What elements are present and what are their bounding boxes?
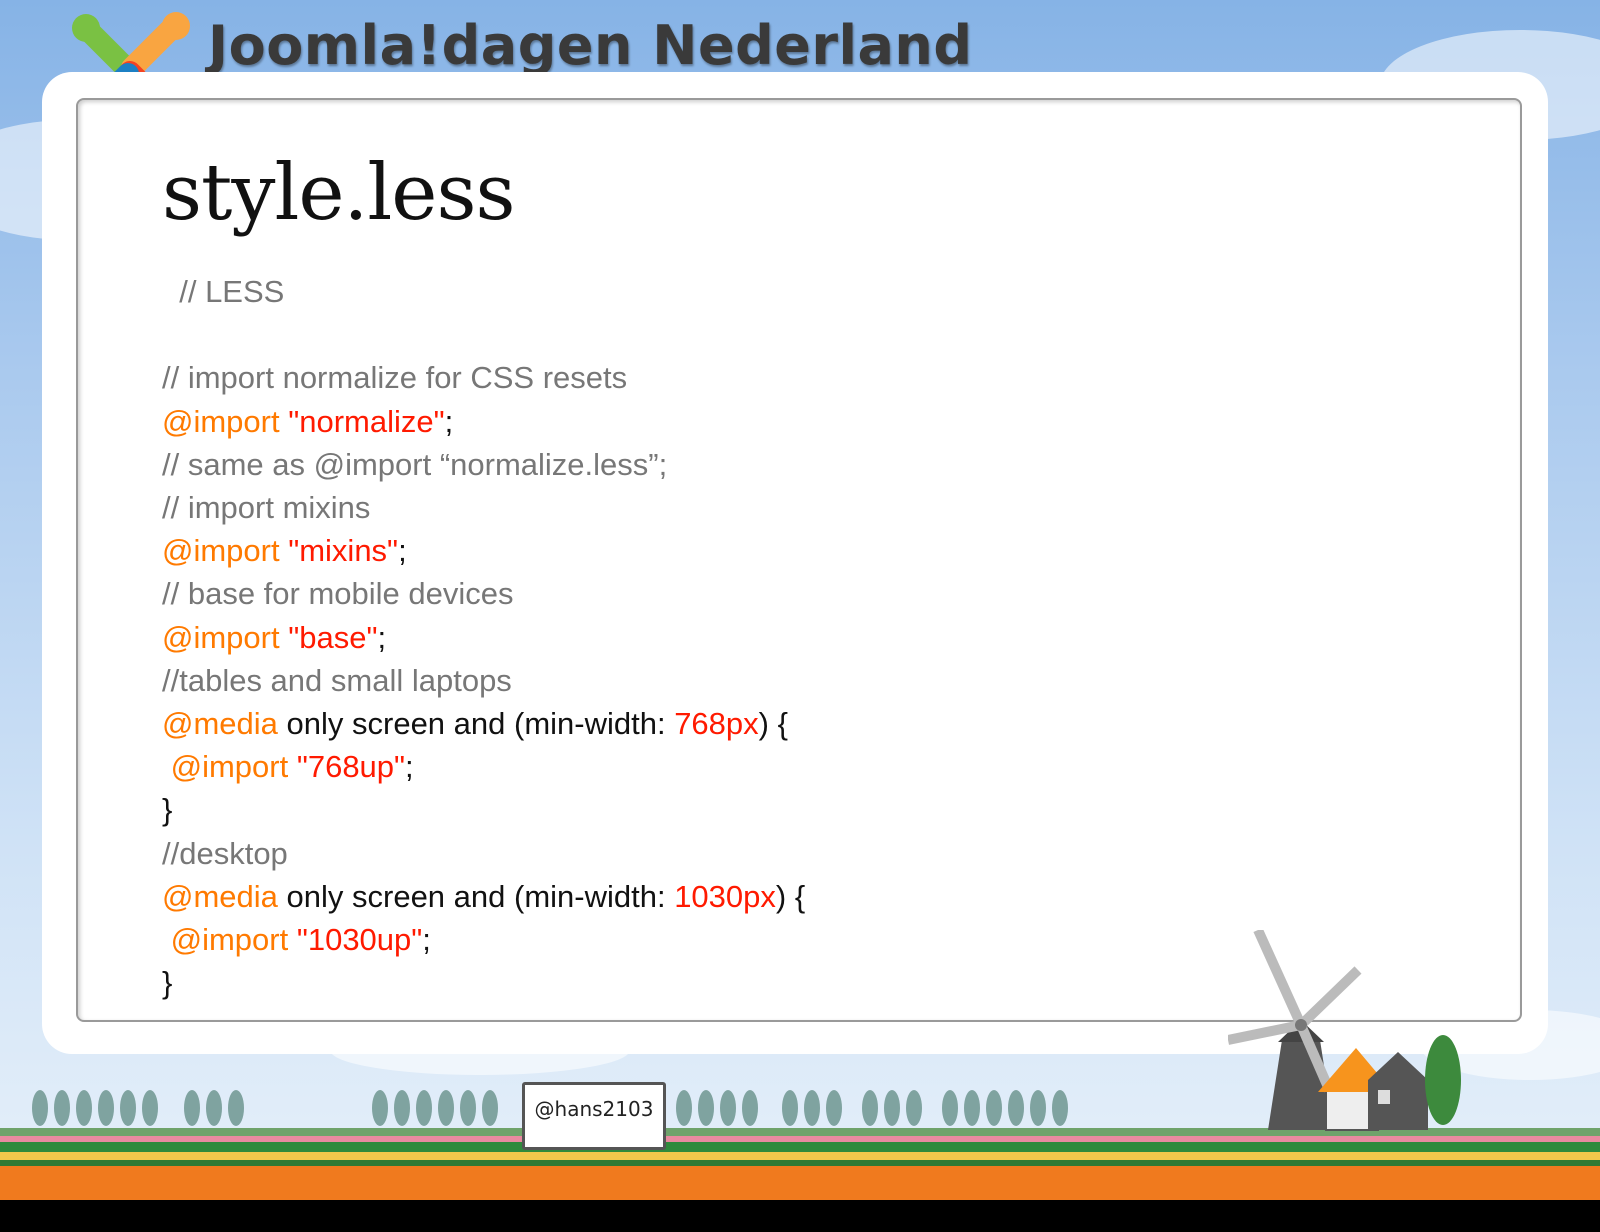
code-token: "1030up": [296, 922, 423, 957]
code-token: // same as @import “normalize.less”;: [162, 446, 668, 482]
windmill-icon: [1228, 930, 1461, 1131]
code-line: // import mixins: [162, 486, 370, 530]
code-line: }: [162, 788, 172, 832]
code-line: // same as @import “normalize.less”;: [162, 443, 667, 487]
code-token: // LESS: [162, 274, 285, 309]
code-token: ) {: [775, 878, 806, 914]
code-token: ;: [444, 403, 454, 439]
code-line: @media only screen and (min-width: 768px…: [162, 702, 788, 746]
code-token: //tables and small laptops: [162, 662, 512, 698]
code-token: ;: [405, 749, 414, 785]
sign-text: @hans2103: [534, 1097, 654, 1121]
code-line: //desktop: [162, 832, 288, 876]
code-token: ;: [398, 533, 407, 569]
code-line: // base for mobile devices: [162, 572, 514, 616]
code-token: @media: [162, 706, 278, 741]
code-token: @import: [162, 749, 297, 785]
code-token: @import: [162, 533, 289, 569]
code-line: // LESS: [162, 270, 284, 314]
code-line: @import "mixins";: [162, 529, 407, 573]
code-line: // import normalize for CSS resets: [162, 356, 627, 400]
code-token: }: [162, 965, 173, 1001]
brand-name: Joomla!dagen Nederland: [208, 14, 973, 77]
code-line: @import "768up";: [162, 745, 414, 789]
code-token: 768px: [674, 706, 759, 741]
code-token: ;: [377, 619, 387, 655]
slide-title: style.less: [162, 148, 516, 238]
code-line: //tables and small laptops: [162, 659, 512, 703]
code-token: "normalize": [288, 403, 445, 439]
code-line: @import "base";: [162, 616, 386, 660]
code-token: // import normalize for CSS resets: [162, 360, 628, 396]
code-token: only screen and (min-width:: [277, 878, 675, 914]
code-token: @media: [162, 878, 278, 914]
code-token: only screen and (min-width:: [277, 706, 675, 741]
code-token: ;: [422, 922, 431, 957]
code-line: @import "normalize";: [162, 400, 453, 444]
code-token: "base": [288, 619, 378, 655]
code-line: @media only screen and (min-width: 1030p…: [162, 875, 805, 919]
code-line: @import "1030up";: [162, 918, 431, 962]
code-token: // import mixins: [162, 490, 371, 525]
code-token: @import: [162, 403, 289, 439]
code-token: "768up": [296, 749, 406, 785]
code-token: 1030px: [674, 878, 776, 914]
code-token: @import: [162, 619, 289, 655]
code-token: @import: [162, 922, 297, 957]
code-token: "mixins": [288, 533, 399, 569]
code-token: }: [162, 792, 173, 828]
code-token: ) {: [758, 706, 788, 741]
code-line: }: [162, 961, 172, 1005]
code-token: //desktop: [162, 835, 288, 871]
code-token: // base for mobile devices: [162, 576, 514, 612]
twitter-handle-sign: @hans2103: [522, 1082, 666, 1150]
slide: Joomla!dagen Nederland style.less // LES…: [0, 0, 1600, 1200]
